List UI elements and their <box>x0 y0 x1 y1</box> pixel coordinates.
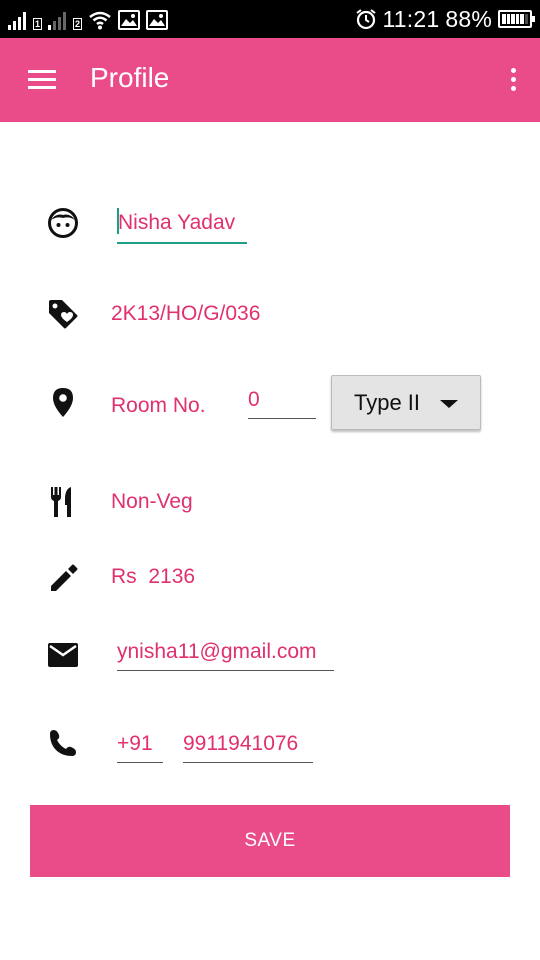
restaurant-icon <box>46 485 80 519</box>
room-label: Room No. <box>111 394 206 417</box>
page-title: Profile <box>90 62 170 93</box>
alarm-icon <box>355 8 377 30</box>
sim2-badge: 2 <box>73 18 83 30</box>
save-button[interactable]: SAVE <box>30 805 510 877</box>
id-code-text: 2K13/HO/G/036 <box>111 302 261 325</box>
image-icon <box>118 10 141 30</box>
name-value: Nisha Yadav <box>118 211 236 234</box>
amount-prefix: Rs <box>111 565 137 588</box>
country-code-input[interactable]: +91 <box>117 732 163 763</box>
pencil-icon <box>46 561 80 595</box>
status-battery-percent: 88% <box>445 5 492 32</box>
room-type-value: Type II <box>354 389 421 415</box>
signal-icon <box>48 10 67 30</box>
wifi-icon <box>88 10 112 30</box>
phone-input[interactable]: 9911941076 <box>183 732 313 763</box>
room-number-input[interactable]: 0 <box>248 388 316 419</box>
more-vert-icon[interactable] <box>508 68 518 94</box>
location-pin-icon <box>46 385 80 419</box>
image-icon <box>146 10 169 30</box>
phone-value: 9911941076 <box>183 732 299 755</box>
status-left-icons: 1 2 <box>8 8 169 30</box>
status-right: 11:21 88% <box>355 5 535 32</box>
battery-icon <box>498 10 535 28</box>
app-bar: Profile <box>0 38 540 122</box>
mail-icon <box>46 638 80 672</box>
signal-icon <box>8 10 26 30</box>
text-cursor <box>117 208 119 235</box>
phone-icon <box>46 726 80 760</box>
amount-value: 2136 <box>148 565 196 588</box>
tag-icon <box>46 297 80 331</box>
sim1-badge: 1 <box>33 18 43 30</box>
amount-text: Rs 2136 <box>111 565 195 589</box>
country-code-value: +91 <box>117 732 153 755</box>
room-type-dropdown[interactable]: Type II <box>331 375 481 430</box>
dropdown-arrow-icon <box>440 400 458 408</box>
status-bar: 1 2 11:21 88% <box>0 0 540 38</box>
face-icon <box>46 206 80 240</box>
room-number-value: 0 <box>248 388 260 411</box>
food-preference-text: Non-Veg <box>111 490 193 513</box>
status-time: 11:21 <box>382 5 440 32</box>
email-value: ynisha11@gmail.com <box>117 640 317 663</box>
name-input[interactable]: Nisha Yadav <box>117 206 247 244</box>
email-input[interactable]: ynisha11@gmail.com <box>117 640 334 671</box>
hamburger-menu-icon[interactable] <box>28 70 56 90</box>
